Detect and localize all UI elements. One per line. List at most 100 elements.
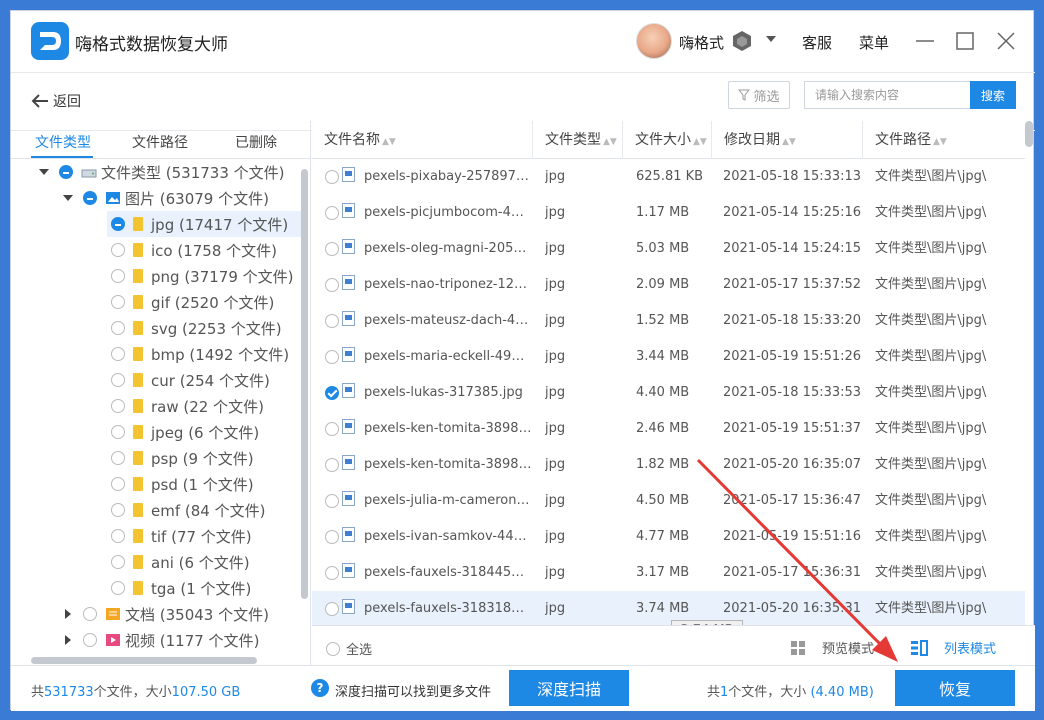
deep-scan-button[interactable]: 深度扫描: [509, 670, 629, 706]
table-row[interactable]: pexels-fauxels-3183183.j... jpg 3.74 MB 202…: [312, 591, 1025, 627]
preview-mode-button[interactable]: 预览模式: [790, 638, 874, 657]
row-checkbox[interactable]: [325, 170, 339, 184]
column-header-name[interactable]: 文件名称 ▲▼: [312, 121, 533, 159]
tree-checkbox[interactable]: [111, 373, 125, 387]
tree-checkbox[interactable]: [111, 243, 125, 257]
table-row[interactable]: pexels-oleg-magni-2058... jpg 5.03 MB 2021-…: [312, 231, 1025, 267]
tree-checkbox[interactable]: [59, 165, 73, 179]
tree-checkbox[interactable]: [111, 555, 125, 569]
row-checkbox[interactable]: [325, 530, 339, 544]
column-header-path[interactable]: 文件路径 ▲▼: [863, 121, 1025, 159]
table-row[interactable]: pexels-lukas-317385.jpg jpg 4.40 MB 2021-05…: [312, 375, 1025, 411]
username[interactable]: 嗨格式: [679, 32, 724, 53]
row-checkbox[interactable]: [325, 458, 339, 472]
tree-node-image-type[interactable]: jpg (17417 个文件): [107, 211, 301, 237]
tree-checkbox[interactable]: [111, 399, 125, 413]
tab-deleted[interactable]: 已删除: [235, 132, 277, 152]
tree-node-image-type[interactable]: tga (1 个文件): [111, 575, 251, 601]
tree-checkbox[interactable]: [111, 477, 125, 491]
column-header-date[interactable]: 修改日期 ▲▼: [712, 121, 863, 159]
tree-checkbox[interactable]: [111, 269, 125, 283]
table-row[interactable]: pexels-ken-tomita-38981... jpg 2.46 MB 2021…: [312, 411, 1025, 447]
minimize-icon[interactable]: [913, 29, 937, 53]
avatar[interactable]: [636, 23, 672, 59]
cell-date: 2021-05-18 15:33:53: [723, 385, 862, 400]
tree-node-image-type[interactable]: ani (6 个文件): [111, 549, 250, 575]
tree-checkbox[interactable]: [111, 451, 125, 465]
column-header-type[interactable]: 文件类型 ▲▼: [533, 121, 623, 159]
table-row[interactable]: pexels-fauxels-3184454.j... jpg 3.17 MB 202…: [312, 555, 1025, 591]
row-checkbox[interactable]: [325, 422, 339, 436]
tab-file-path[interactable]: 文件路径: [132, 132, 188, 152]
maximize-icon[interactable]: [953, 29, 977, 53]
table-row[interactable]: pexels-ken-tomita-38981... jpg 1.82 MB 2021…: [312, 447, 1025, 483]
table-row[interactable]: pexels-maria-eckell-4930... jpg 3.44 MB 202…: [312, 339, 1025, 375]
list-mode-button[interactable]: 列表模式: [910, 638, 996, 657]
table-row[interactable]: pexels-ivan-samkov-449... jpg 4.77 MB 2021-…: [312, 519, 1025, 555]
tab-file-type[interactable]: 文件类型: [35, 132, 91, 152]
tree-node-image-type[interactable]: cur (254 个文件): [111, 367, 270, 393]
tree-node-image-type[interactable]: tif (77 个文件): [111, 523, 252, 549]
chevron-down-icon[interactable]: [765, 35, 777, 43]
search-button[interactable]: 搜索: [970, 81, 1016, 109]
table-row[interactable]: pexels-picjumbocom-461... jpg 1.17 MB 2021-…: [312, 195, 1025, 231]
row-checkbox[interactable]: [325, 386, 339, 400]
row-checkbox[interactable]: [325, 314, 339, 328]
back-button[interactable]: 返回: [31, 87, 81, 115]
tree-checkbox[interactable]: [111, 347, 125, 361]
tree-node-videos[interactable]: 视频 (1177 个文件): [63, 627, 259, 653]
tree-node-root[interactable]: 文件类型 (531733 个文件): [39, 159, 285, 185]
tree-checkbox[interactable]: [83, 191, 97, 205]
row-checkbox[interactable]: [325, 602, 339, 616]
tree-vertical-scrollbar[interactable]: [301, 169, 308, 599]
tree-node-image-type[interactable]: psd (1 个文件): [111, 471, 254, 497]
row-checkbox[interactable]: [325, 242, 339, 256]
table-vertical-scrollbar[interactable]: [1025, 121, 1033, 147]
row-checkbox[interactable]: [325, 566, 339, 580]
column-header-size[interactable]: 文件大小 ▲▼: [623, 121, 712, 159]
tree-checkbox[interactable]: [111, 217, 125, 231]
tree-checkbox[interactable]: [83, 607, 97, 621]
tree-checkbox[interactable]: [111, 425, 125, 439]
tree-node-image-type[interactable]: gif (2520 个文件): [111, 289, 274, 315]
recover-button[interactable]: 恢复: [895, 670, 1015, 706]
caret-right-icon[interactable]: [63, 609, 73, 619]
table-row[interactable]: pexels-mateusz-dach-45... jpg 1.52 MB 2021-…: [312, 303, 1025, 339]
tree-node-image-type[interactable]: jpeg (6 个文件): [111, 419, 259, 445]
tree-node-image-type[interactable]: bmp (1492 个文件): [111, 341, 289, 367]
caret-down-icon[interactable]: [63, 193, 73, 203]
tree-node-image-type[interactable]: psp (9 个文件): [111, 445, 254, 471]
table-row[interactable]: pexels-julia-m-cameron-... jpg 4.50 MB 2021…: [312, 483, 1025, 519]
tree-node-image-type[interactable]: svg (2253 个文件): [111, 315, 282, 341]
caret-right-icon[interactable]: [63, 635, 73, 645]
row-checkbox[interactable]: [325, 350, 339, 364]
tree-node-image-type[interactable]: emf (84 个文件): [111, 497, 265, 523]
tree-node-docs[interactable]: 文档 (35043 个文件): [63, 601, 269, 627]
tree-checkbox[interactable]: [111, 581, 125, 595]
row-checkbox[interactable]: [325, 278, 339, 292]
close-icon[interactable]: [994, 29, 1018, 53]
select-all-checkbox[interactable]: 全选: [326, 639, 372, 658]
tree-node-images[interactable]: 图片 (63079 个文件): [63, 185, 269, 211]
select-all-radio[interactable]: [326, 641, 340, 656]
search-input[interactable]: [804, 81, 970, 109]
row-checkbox[interactable]: [325, 206, 339, 220]
tree-node-image-type[interactable]: raw (22 个文件): [111, 393, 264, 419]
menu-button[interactable]: 菜单: [859, 32, 889, 53]
tree-horizontal-scrollbar[interactable]: [31, 657, 257, 664]
table-row[interactable]: pexels-nao-triponez-129... jpg 2.09 MB 2021…: [312, 267, 1025, 303]
row-checkbox[interactable]: [325, 494, 339, 508]
drive-icon: [81, 169, 97, 178]
tree-node-image-type[interactable]: png (37179 个文件): [111, 263, 294, 289]
cell-path: 文件类型\图片\jpg\: [875, 277, 987, 292]
tree-node-image-type[interactable]: ico (1758 个文件): [111, 237, 277, 263]
table-row[interactable]: pexels-pixabay-257897.jpg jpg 625.81 KB 202…: [312, 159, 1025, 195]
filter-button[interactable]: 筛选: [728, 81, 790, 109]
tree-checkbox[interactable]: [111, 503, 125, 517]
tree-checkbox[interactable]: [111, 321, 125, 335]
tree-checkbox[interactable]: [111, 295, 125, 309]
caret-down-icon[interactable]: [39, 167, 49, 177]
tree-checkbox[interactable]: [111, 529, 125, 543]
tree-checkbox[interactable]: [83, 633, 97, 647]
service-button[interactable]: 客服: [802, 32, 832, 53]
